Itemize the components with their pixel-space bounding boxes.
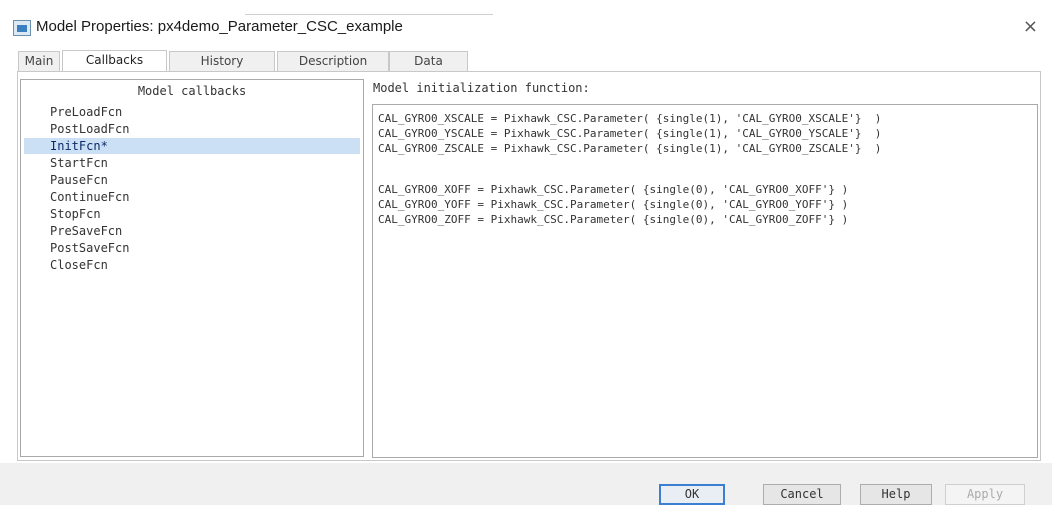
title-divider	[245, 14, 493, 15]
list-item-preloadfcn[interactable]: PreLoadFcn	[24, 104, 360, 120]
code-line: CAL_GYRO0_XOFF = Pixhawk_CSC.Parameter( …	[378, 183, 849, 196]
apply-button[interactable]: Apply	[945, 484, 1025, 505]
close-icon[interactable]: ×	[1023, 18, 1038, 36]
cancel-button[interactable]: Cancel	[763, 484, 841, 505]
editor-label: Model initialization function:	[373, 81, 590, 95]
tab-main[interactable]: Main	[18, 51, 60, 71]
list-item-pausefcn[interactable]: PauseFcn	[24, 172, 360, 188]
list-header: Model callbacks	[137, 84, 247, 98]
window-title: Model Properties: px4demo_Parameter_CSC_…	[36, 18, 403, 35]
code-line: CAL_GYRO0_ZOFF = Pixhawk_CSC.Parameter( …	[378, 213, 849, 226]
tab-data[interactable]: Data	[389, 51, 468, 71]
ok-button[interactable]: OK	[659, 484, 725, 505]
list-item-closefcn[interactable]: CloseFcn	[24, 257, 360, 273]
list-item-postsavefcn[interactable]: PostSaveFcn	[24, 240, 360, 256]
tab-history[interactable]: History	[169, 51, 275, 71]
help-button[interactable]: Help	[860, 484, 932, 505]
list-item-initfcn[interactable]: InitFcn*	[24, 138, 360, 154]
list-item-startfcn[interactable]: StartFcn	[24, 155, 360, 171]
simulink-model-icon	[13, 20, 31, 36]
list-item-presavefcn[interactable]: PreSaveFcn	[24, 223, 360, 239]
callback-code-editor[interactable]: CAL_GYRO0_XSCALE = Pixhawk_CSC.Parameter…	[372, 104, 1038, 458]
code-line: CAL_GYRO0_XSCALE = Pixhawk_CSC.Parameter…	[378, 112, 882, 125]
list-item-postloadfcn[interactable]: PostLoadFcn	[24, 121, 360, 137]
code-line: CAL_GYRO0_YOFF = Pixhawk_CSC.Parameter( …	[378, 198, 849, 211]
tab-callbacks[interactable]: Callbacks	[62, 50, 167, 72]
callbacks-list[interactable]: Model callbacks PreLoadFcn PostLoadFcn I…	[20, 79, 364, 457]
tab-description[interactable]: Description	[277, 51, 389, 71]
title-bar: Model Properties: px4demo_Parameter_CSC_…	[0, 14, 1052, 44]
code-line: CAL_GYRO0_ZSCALE = Pixhawk_CSC.Parameter…	[378, 142, 882, 155]
list-item-continuefcn[interactable]: ContinueFcn	[24, 189, 360, 205]
code-line: CAL_GYRO0_YSCALE = Pixhawk_CSC.Parameter…	[378, 127, 882, 140]
list-item-stopfcn[interactable]: StopFcn	[24, 206, 360, 222]
